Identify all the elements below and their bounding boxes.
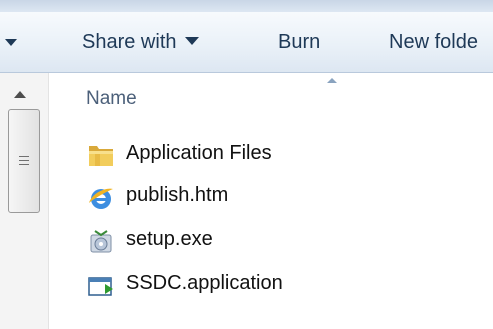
burn-label: Burn: [278, 31, 321, 53]
chevron-down-icon: [184, 36, 199, 45]
setup-exe-icon: [90, 230, 112, 253]
scroll-up-arrow-icon[interactable]: [14, 91, 26, 98]
file-item-setup-exe[interactable]: setup.exe: [84, 226, 384, 254]
scrollbar-thumb[interactable]: [8, 109, 40, 213]
ie-html-icon: [89, 188, 113, 209]
vertical-scrollbar[interactable]: [0, 73, 49, 329]
file-item-publish-htm[interactable]: publish.htm: [84, 182, 384, 210]
share-with-button[interactable]: Share with: [82, 29, 199, 55]
grip-line: [19, 164, 29, 165]
share-with-label: Share with: [82, 31, 177, 53]
command-bar: Share with Burn New folde: [0, 12, 493, 73]
new-folder-label: New folde: [389, 31, 478, 53]
sort-up-icon: [327, 78, 337, 83]
application-manifest-icon: [88, 277, 113, 296]
file-name: setup.exe: [126, 228, 213, 250]
grip-line: [19, 156, 29, 157]
folder-icon: [89, 146, 113, 166]
window-top-border: [0, 0, 493, 12]
file-name: SSDC.application: [126, 272, 283, 294]
file-item-ssdc-application[interactable]: SSDC.application: [84, 270, 384, 298]
grip-line: [19, 160, 29, 161]
new-folder-button[interactable]: New folde: [389, 29, 478, 55]
file-name: publish.htm: [126, 184, 229, 206]
file-name: Application Files: [126, 142, 272, 164]
organize-dropdown-arrow-icon[interactable]: [5, 39, 17, 46]
burn-button[interactable]: Burn: [278, 29, 320, 55]
file-item-application-files[interactable]: Application Files: [84, 140, 384, 168]
name-column-header[interactable]: Name: [86, 88, 137, 110]
